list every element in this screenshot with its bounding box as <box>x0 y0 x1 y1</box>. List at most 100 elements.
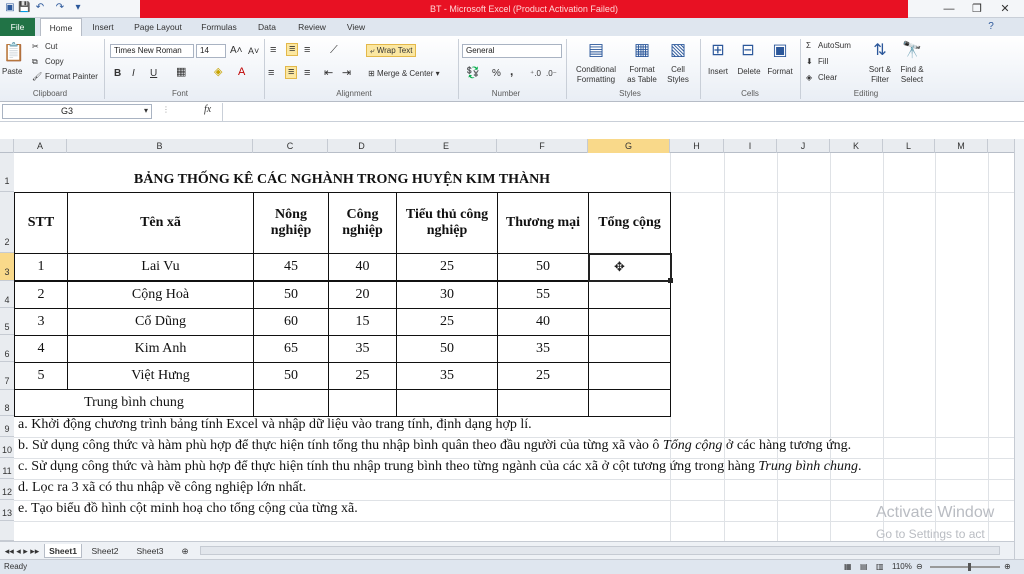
name-box-dropdown-icon[interactable]: ▾ <box>144 105 148 116</box>
conditional-formatting-icon[interactable]: ▤ <box>584 40 608 60</box>
header-ten-xa[interactable]: Tên xã <box>67 192 254 254</box>
stt-cell[interactable]: 3 <box>14 308 68 336</box>
header-tong-cong[interactable]: Tổng cộng <box>588 192 671 254</box>
decrease-font-icon[interactable]: A˅ <box>248 46 259 57</box>
tab-page-layout[interactable]: Page Layout <box>128 18 188 36</box>
nong-nghiep-cell[interactable]: 45 <box>253 253 329 281</box>
vertical-scrollbar[interactable] <box>1014 139 1024 559</box>
minimize-button[interactable]: — <box>934 0 964 18</box>
view-normal-icon[interactable]: ▦ <box>844 561 852 572</box>
tab-file[interactable]: File <box>0 18 35 36</box>
avg-tong-cong-cell[interactable] <box>588 389 671 417</box>
tong-cong-cell[interactable] <box>588 281 671 309</box>
align-bottom-icon[interactable]: ≡ <box>304 45 310 56</box>
cong-nghiep-cell[interactable]: 25 <box>328 362 397 390</box>
align-middle-icon[interactable]: ≡ <box>286 43 299 56</box>
header-nong-nghiep[interactable]: Nông nghiệp <box>253 192 329 254</box>
zoom-out-icon[interactable]: ⊖ <box>916 561 923 572</box>
autosum-button[interactable]: AutoSum <box>818 40 851 51</box>
underline-button[interactable]: U <box>150 68 157 79</box>
nong-nghiep-cell[interactable]: 60 <box>253 308 329 336</box>
formula-input[interactable] <box>222 103 1014 121</box>
sort-filter-button[interactable]: Sort & Filter <box>862 65 898 85</box>
row-header[interactable]: 13 <box>0 500 14 521</box>
zoom-slider[interactable] <box>930 566 1000 568</box>
clear-button[interactable]: Clear <box>818 72 837 83</box>
view-page-break-icon[interactable]: ▥ <box>876 561 884 572</box>
decrease-decimal-icon[interactable]: .0⁻ <box>546 68 557 79</box>
ten-xa-cell[interactable]: Cộng Hoà <box>67 281 254 309</box>
conditional-formatting-button[interactable]: Conditional Formatting <box>570 65 622 85</box>
avg-cong-nghiep-cell[interactable] <box>328 389 397 417</box>
fill-button[interactable]: Fill <box>818 56 828 67</box>
row-header[interactable]: 8 <box>0 390 14 416</box>
row-header[interactable]: 1 <box>0 153 14 192</box>
thuong-mai-cell[interactable]: 35 <box>497 335 589 363</box>
delete-cells-button[interactable]: Delete <box>734 66 764 77</box>
note-b[interactable]: b. Sử dụng công thức và hàm phù hợp để t… <box>18 438 851 454</box>
format-as-table-button[interactable]: Format as Table <box>622 65 662 85</box>
wrap-text-button[interactable]: ⤶ Wrap Text <box>366 44 417 57</box>
zoom-in-icon[interactable]: ⊕ <box>1004 561 1011 572</box>
copy-icon[interactable]: ⧉ <box>32 56 38 67</box>
active-cell-g3[interactable] <box>588 253 672 282</box>
save-icon[interactable]: 💾 <box>18 2 30 14</box>
nong-nghiep-cell[interactable]: 50 <box>253 362 329 390</box>
tab-data[interactable]: Data <box>250 18 284 36</box>
avg-nong-nghiep-cell[interactable] <box>253 389 329 417</box>
percent-button[interactable]: % <box>492 68 501 79</box>
font-size-select[interactable]: 14 <box>196 44 226 58</box>
ten-xa-cell[interactable]: Lai Vu <box>67 253 254 281</box>
column-header[interactable]: L <box>883 139 935 153</box>
row-header[interactable] <box>0 521 14 541</box>
cong-nghiep-cell[interactable]: 15 <box>328 308 397 336</box>
copy-button[interactable]: Copy <box>45 56 64 67</box>
zoom-slider-thumb[interactable] <box>968 563 971 571</box>
sort-filter-icon[interactable]: ⇅ <box>868 40 892 60</box>
sheet-nav-arrows-icon[interactable]: ◂◂ ◂ ▸ ▸▸ <box>2 544 42 558</box>
find-select-icon[interactable]: 🔭 <box>900 40 924 60</box>
delete-cells-icon[interactable]: ⊟ <box>736 40 760 60</box>
insert-cells-button[interactable]: Insert <box>704 66 732 77</box>
header-thuong-mai[interactable]: Thương mại <box>497 192 589 254</box>
tab-home[interactable]: Home <box>40 18 82 36</box>
column-header[interactable]: K <box>830 139 883 153</box>
stt-cell[interactable]: 5 <box>14 362 68 390</box>
undo-icon[interactable]: ↶ <box>34 2 46 14</box>
note-a[interactable]: a. Khởi động chương trình bảng tính Exce… <box>18 417 532 433</box>
column-header[interactable]: D <box>328 139 396 153</box>
tab-review[interactable]: Review <box>292 18 332 36</box>
row-header[interactable]: 6 <box>0 335 14 362</box>
stt-cell[interactable]: 1 <box>14 253 68 281</box>
column-header[interactable]: E <box>396 139 497 153</box>
paste-icon[interactable]: 📋 <box>2 42 26 64</box>
ten-xa-cell[interactable]: Cổ Dũng <box>67 308 254 336</box>
insert-function-button[interactable]: fx <box>204 104 211 115</box>
nong-nghiep-cell[interactable]: 50 <box>253 281 329 309</box>
cong-nghiep-cell[interactable]: 40 <box>328 253 397 281</box>
cell-styles-icon[interactable]: ▧ <box>666 40 690 60</box>
sheet-tab-sheet1[interactable]: Sheet1 <box>44 544 82 558</box>
thuong-mai-cell[interactable]: 40 <box>497 308 589 336</box>
orientation-icon[interactable]: ⟋ <box>330 45 338 56</box>
increase-indent-icon[interactable]: ⇥ <box>342 68 351 79</box>
tieu-thu-cell[interactable]: 25 <box>396 253 498 281</box>
find-select-button[interactable]: Find & Select <box>894 65 930 85</box>
font-name-select[interactable]: Times New Roman <box>110 44 194 58</box>
ten-xa-cell[interactable]: Việt Hưng <box>67 362 254 390</box>
column-header[interactable]: B <box>67 139 253 153</box>
row-header[interactable]: 7 <box>0 362 14 390</box>
tieu-thu-cell[interactable]: 50 <box>396 335 498 363</box>
column-header[interactable]: C <box>253 139 328 153</box>
stt-cell[interactable]: 4 <box>14 335 68 363</box>
tab-view[interactable]: View <box>340 18 372 36</box>
align-right-icon[interactable]: ≡ <box>304 68 310 79</box>
row-header[interactable]: 2 <box>0 192 14 253</box>
column-header[interactable]: H <box>670 139 724 153</box>
merge-center-button[interactable]: ⊞ Merge & Center ▾ <box>368 68 440 79</box>
sheet-tab-sheet2[interactable]: Sheet2 <box>86 544 124 558</box>
row-header[interactable]: 12 <box>0 479 14 500</box>
tong-cong-cell[interactable] <box>588 308 671 336</box>
nong-nghiep-cell[interactable]: 65 <box>253 335 329 363</box>
fill-handle[interactable] <box>668 278 673 283</box>
